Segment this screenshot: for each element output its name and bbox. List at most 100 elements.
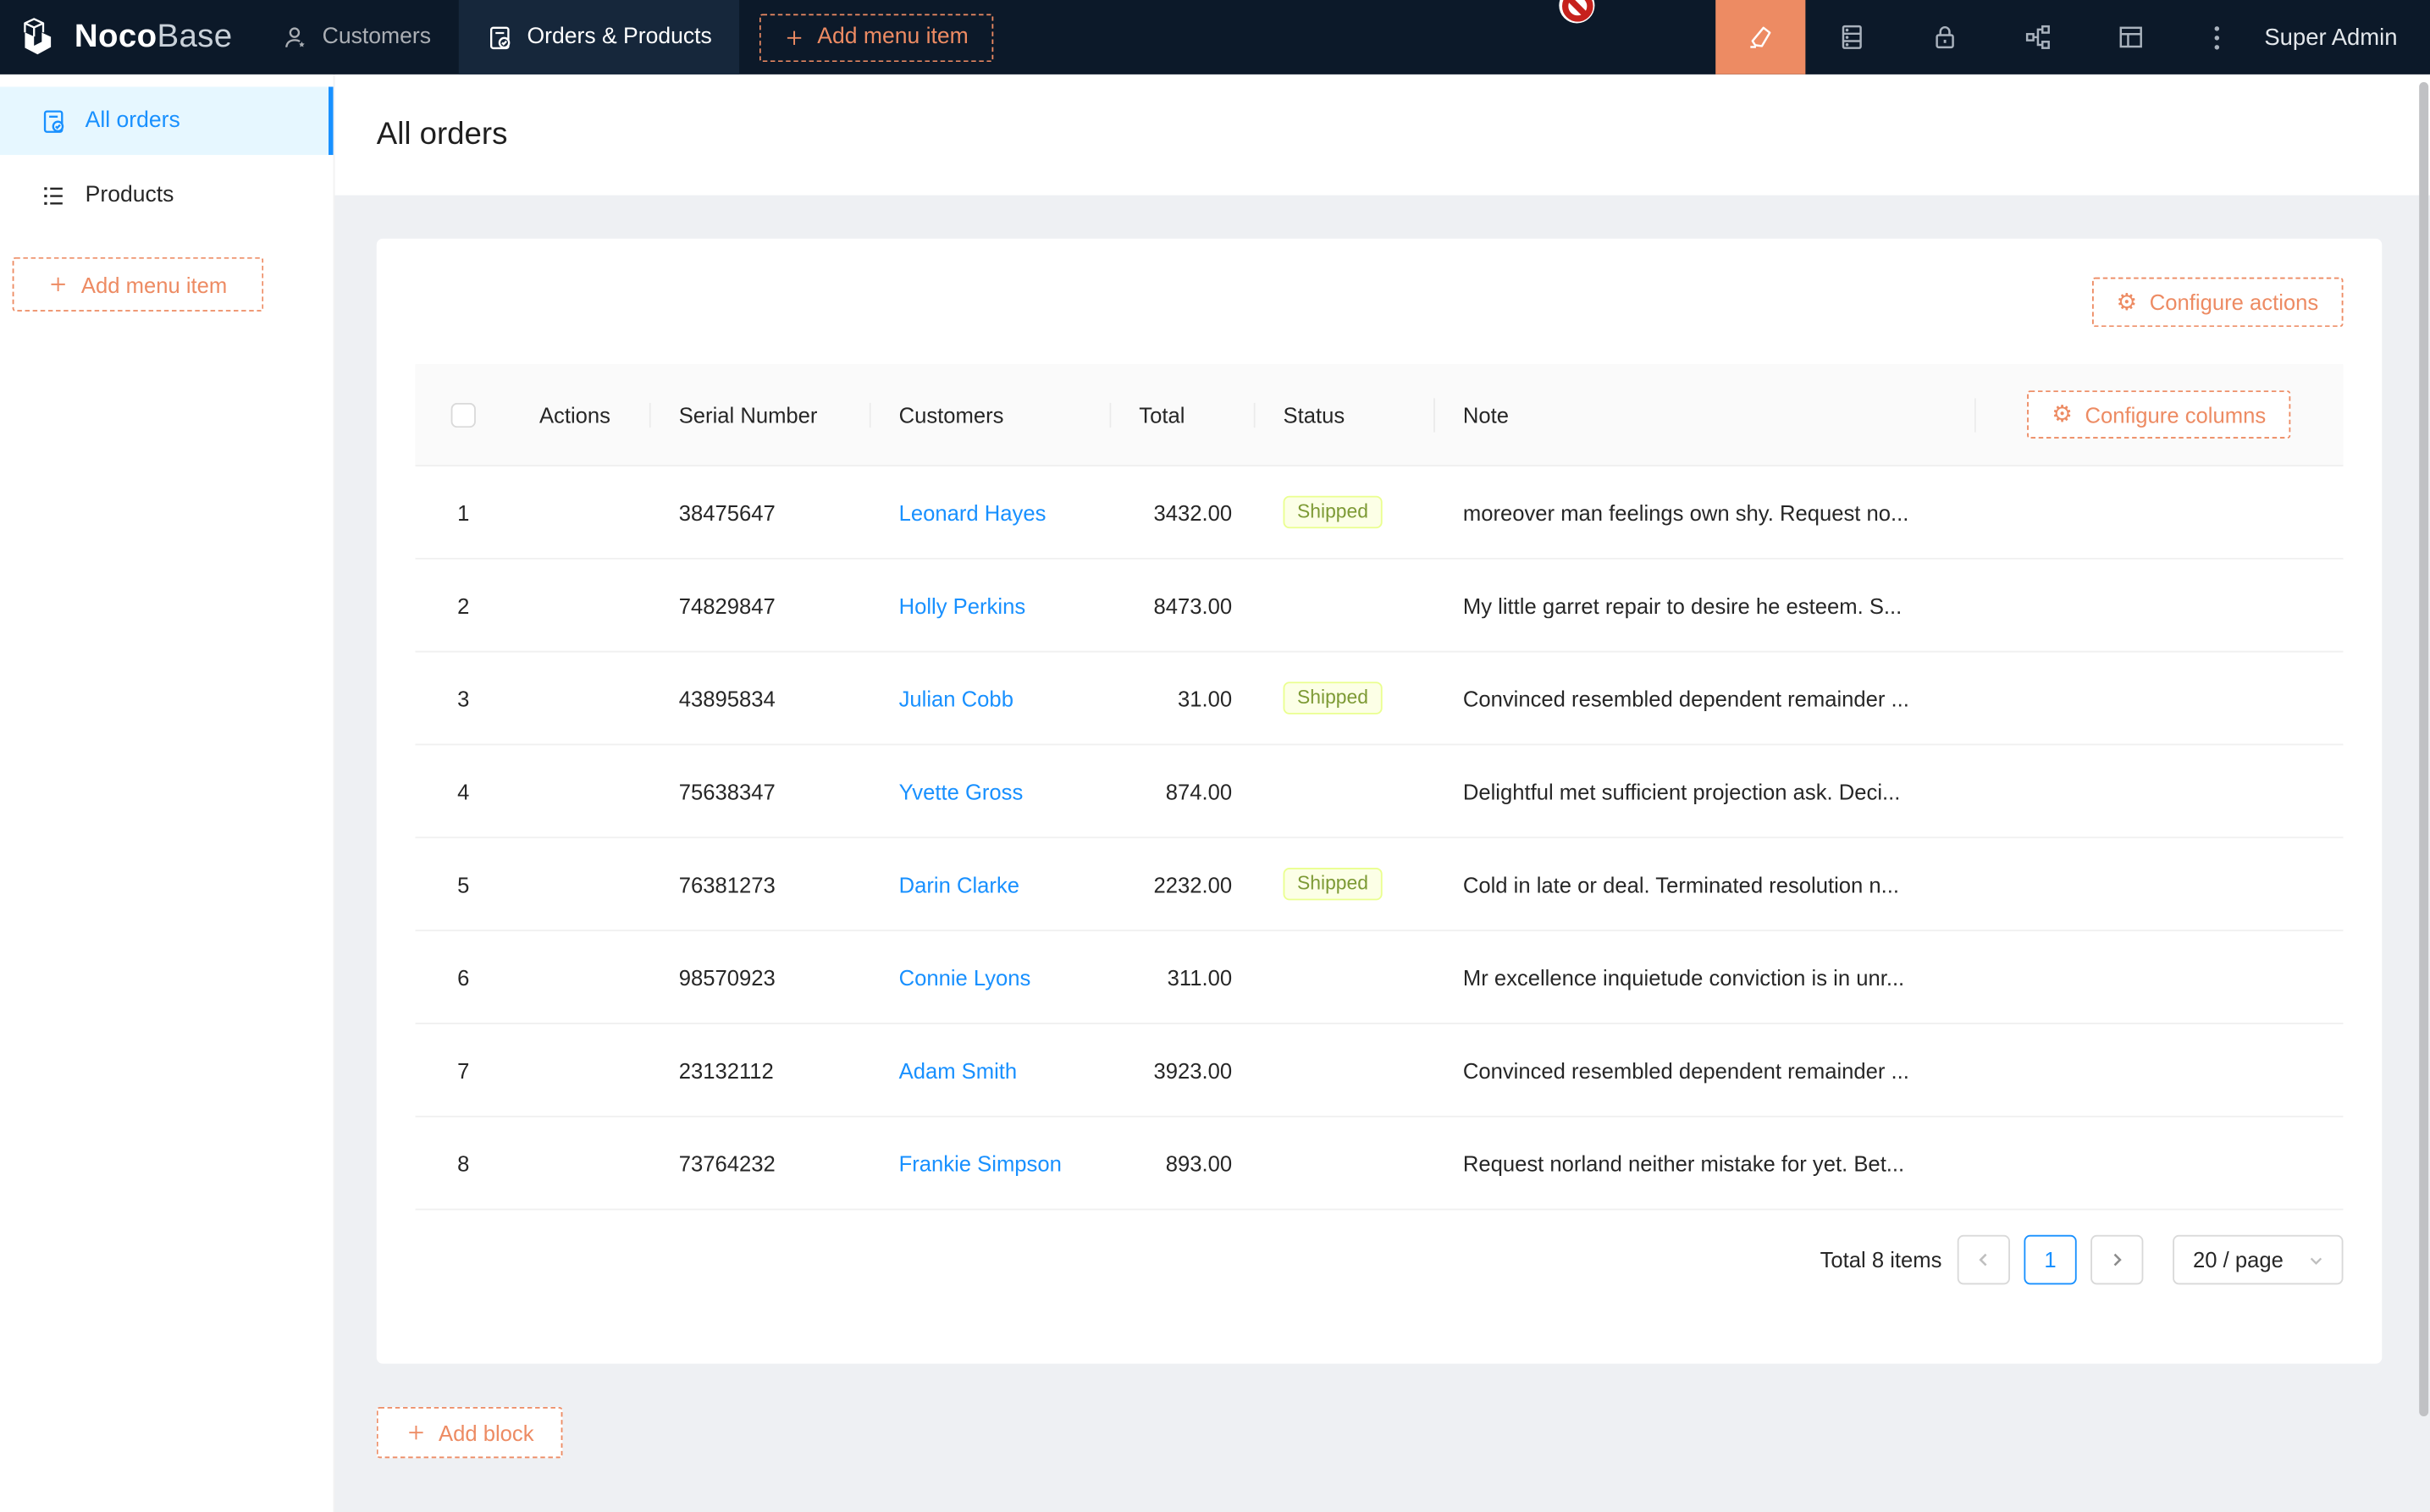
add-block-area: Add block (377, 1407, 2382, 1458)
note-cell: Request norland neither mistake for yet.… (1435, 1151, 1974, 1175)
table-row[interactable]: 4 75638347 Yvette Gross 874.00 Delightfu… (416, 745, 2344, 838)
nav-tab-label: Customers (323, 25, 431, 49)
row-index: 2 (416, 593, 511, 617)
customer-link[interactable]: Darin Clarke (899, 872, 1019, 897)
table-row[interactable]: 1 38475647 Leonard Hayes 3432.00 Shipped… (416, 466, 2344, 560)
column-header-actions[interactable]: Actions (511, 402, 651, 427)
ui-editor-highlighter-icon[interactable] (1715, 0, 1805, 74)
pagination-total: Total 8 items (1820, 1247, 1942, 1272)
sidebar-item-label: Products (86, 183, 174, 207)
serial-number-cell: 98570923 (651, 964, 871, 989)
sidebar-item-all-orders[interactable]: All orders (0, 86, 334, 155)
logo-text-light: Base (157, 19, 232, 54)
user-menu[interactable]: Super Admin (2255, 24, 2430, 50)
sidebar-menu: All orders Products (0, 74, 334, 229)
total-cell: 311.00 (1111, 964, 1255, 989)
nav-tab-orders-products[interactable]: Orders & Products (459, 0, 740, 74)
customer-link[interactable]: Yvette Gross (899, 779, 1024, 803)
total-cell: 31.00 (1111, 686, 1255, 710)
column-header-note[interactable]: Note (1435, 402, 1974, 427)
sidebar-add-menu-item-button[interactable]: Add menu item (13, 257, 264, 312)
note-cell: Delightful met sufficient projection ask… (1435, 779, 1974, 803)
sidebar: All orders Products Add menu item (0, 74, 334, 1512)
page-number-button[interactable]: 1 (2024, 1235, 2076, 1285)
customer-link[interactable]: Holly Perkins (899, 593, 1026, 617)
note-cell: moreover man feelings own shy. Request n… (1435, 499, 1974, 524)
column-header-serial-number[interactable]: Serial Number (651, 402, 871, 427)
customer-link[interactable]: Connie Lyons (899, 964, 1031, 989)
nocobase-logo[interactable]: NocoBase (0, 14, 254, 59)
prev-page-button[interactable] (1958, 1235, 2010, 1285)
row-index: 1 (416, 499, 511, 524)
nav-add-menu-item-button[interactable]: Add menu item (760, 14, 994, 62)
page-content: ⚙ Configure actions Actions Serial Numbe… (334, 196, 2430, 1459)
note-cell: Convinced resembled dependent remainder … (1435, 686, 1974, 710)
order-check-icon (487, 24, 513, 50)
gear-icon: ⚙ (2052, 403, 2073, 426)
sidebar-item-products[interactable]: Products (0, 161, 334, 229)
nav-tab-customers[interactable]: Customers (254, 0, 459, 74)
pagination: Total 8 items 1 20 / page (416, 1235, 2344, 1285)
column-header-status[interactable]: Status (1256, 402, 1435, 427)
table-row[interactable]: 6 98570923 Connie Lyons 311.00 Mr excell… (416, 931, 2344, 1024)
serial-number-cell: 76381273 (651, 872, 871, 897)
page-header: All orders (334, 74, 2430, 196)
customer-link[interactable]: Frankie Simpson (899, 1151, 1062, 1175)
serial-number-cell: 73764232 (651, 1151, 871, 1175)
status-badge: Shipped (1284, 682, 1383, 714)
table-actions-bar: ⚙ Configure actions (416, 278, 2344, 328)
top-nav: Customers Orders & Products Add men (254, 0, 993, 74)
customer-link[interactable]: Leonard Hayes (899, 499, 1047, 524)
top-bar-right: Super Admin (1715, 0, 2430, 74)
total-cell: 3432.00 (1111, 499, 1255, 524)
more-options-icon[interactable] (2178, 0, 2256, 74)
configure-columns-button[interactable]: ⚙ Configure columns (2027, 390, 2291, 439)
row-index: 6 (416, 964, 511, 989)
configure-actions-button[interactable]: ⚙ Configure actions (2091, 278, 2343, 328)
table-row[interactable]: 5 76381273 Darin Clarke 2232.00 Shipped … (416, 838, 2344, 931)
nav-add-menu-item-label: Add menu item (817, 25, 969, 49)
page-size-value: 20 / page (2193, 1247, 2284, 1272)
order-check-icon (41, 108, 67, 134)
status-badge: Shipped (1284, 868, 1383, 900)
configure-actions-label: Configure actions (2150, 290, 2318, 314)
logo-text-bold: Noco (75, 19, 157, 54)
table-row[interactable]: 8 73764232 Frankie Simpson 893.00 Reques… (416, 1117, 2344, 1211)
table-row[interactable]: 2 74829847 Holly Perkins 8473.00 My litt… (416, 560, 2344, 653)
select-all-checkbox[interactable] (451, 402, 476, 427)
table-header-row: Actions Serial Number Customers Total St… (416, 364, 2344, 466)
table-body: 1 38475647 Leonard Hayes 3432.00 Shipped… (416, 466, 2344, 1211)
plugin-flow-icon[interactable] (1991, 0, 2085, 74)
row-index: 8 (416, 1151, 511, 1175)
column-header-total[interactable]: Total (1111, 402, 1255, 427)
page-size-select[interactable]: 20 / page (2173, 1235, 2343, 1285)
row-index: 4 (416, 779, 511, 803)
add-block-label: Add block (439, 1421, 534, 1445)
nav-tab-label: Orders & Products (527, 25, 711, 49)
collections-database-icon[interactable] (1806, 0, 1899, 74)
top-bar: NocoBase Customers (0, 0, 2430, 74)
serial-number-cell: 75638347 (651, 779, 871, 803)
next-page-button[interactable] (2090, 1235, 2143, 1285)
column-header-customers[interactable]: Customers (871, 402, 1112, 427)
table-row[interactable]: 7 23132112 Adam Smith 3923.00 Convinced … (416, 1024, 2344, 1117)
sidebar-item-label: All orders (86, 108, 180, 133)
add-block-button[interactable]: Add block (377, 1407, 564, 1458)
plus-icon (785, 27, 805, 47)
table-row[interactable]: 3 43895834 Julian Cobb 31.00 Shipped Con… (416, 653, 2344, 746)
list-icon (41, 182, 67, 208)
page-title: All orders (377, 117, 508, 152)
vertical-scrollbar[interactable] (2419, 82, 2428, 1416)
row-index: 5 (416, 872, 511, 897)
note-cell: Mr excellence inquietude conviction is i… (1435, 964, 1974, 989)
chevron-down-icon (2307, 1251, 2324, 1268)
main-area: All orders ⚙ Configure actions Actions S… (334, 74, 2430, 1512)
customer-link[interactable]: Adam Smith (899, 1057, 1018, 1082)
access-control-lock-icon[interactable] (1898, 0, 1991, 74)
logo-text: NocoBase (75, 19, 233, 56)
customer-link[interactable]: Julian Cobb (899, 686, 1013, 710)
total-cell: 874.00 (1111, 779, 1255, 803)
layout-template-icon[interactable] (2085, 0, 2178, 74)
serial-number-cell: 23132112 (651, 1057, 871, 1082)
plus-icon (406, 1422, 427, 1443)
